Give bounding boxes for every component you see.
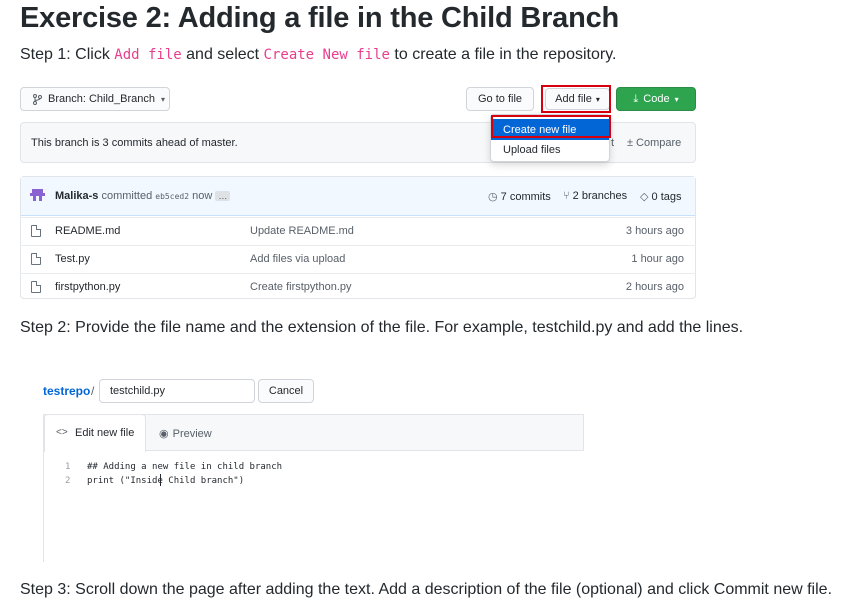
commits-link[interactable]: ◷ 7 commits bbox=[488, 190, 551, 203]
tab-preview[interactable]: ◉ Preview bbox=[159, 427, 212, 440]
file-time: 2 hours ago bbox=[625, 281, 684, 293]
step-1-suffix: to create a file in the repository. bbox=[389, 46, 617, 63]
highlight-add-file bbox=[541, 85, 611, 113]
ahead-partial-text: t bbox=[611, 137, 615, 149]
code-label: Code bbox=[643, 93, 670, 105]
download-icon: ⤓ bbox=[633, 92, 639, 105]
table-row: README.md Update README.md 3 hours ago bbox=[20, 217, 696, 245]
highlight-create-new-file bbox=[491, 115, 611, 138]
commit-sha[interactable]: eb5ced2 bbox=[155, 192, 189, 201]
file-icon bbox=[31, 225, 41, 237]
branches-count: 2 branches bbox=[572, 190, 628, 202]
branch-icon: ⑂ bbox=[563, 190, 570, 202]
menu-item-upload-files[interactable]: Upload files bbox=[491, 139, 609, 160]
ahead-of-master-text: This branch is 3 commits ahead of master… bbox=[31, 137, 238, 149]
commit-action: committed bbox=[101, 190, 153, 202]
text-cursor bbox=[160, 474, 161, 486]
code-icon: <> bbox=[56, 427, 68, 438]
tab-edit-label: Edit new file bbox=[75, 427, 135, 439]
commit-time: now bbox=[192, 190, 213, 202]
eye-icon: ◉ bbox=[159, 428, 169, 440]
file-name[interactable]: firstpython.py bbox=[55, 281, 120, 293]
tab-preview-label: Preview bbox=[172, 428, 212, 440]
file-name[interactable]: Test.py bbox=[55, 253, 90, 265]
compare-icon: ± bbox=[627, 137, 634, 149]
step-1-mid: and select bbox=[181, 46, 264, 63]
repo-link[interactable]: testrepo bbox=[43, 384, 90, 398]
file-commit-message[interactable]: Update README.md bbox=[250, 225, 354, 237]
commit-ellipsis-button[interactable]: … bbox=[215, 191, 231, 201]
file-time: 1 hour ago bbox=[631, 253, 684, 265]
compare-link[interactable]: ± Compare bbox=[627, 137, 681, 149]
editor-tabs: <> Edit new file ◉ Preview bbox=[43, 414, 584, 452]
step-3-text: Step 3: Scroll down the page after addin… bbox=[20, 581, 833, 598]
file-icon bbox=[31, 281, 41, 293]
commit-author[interactable]: Malika-s bbox=[55, 190, 98, 202]
branch-label: Branch: Child_Branch bbox=[48, 93, 156, 105]
file-commit-message[interactable]: Add files via upload bbox=[250, 253, 345, 265]
code-line: ## Adding a new file in child branch bbox=[87, 462, 283, 472]
step-2-text: Step 2: Provide the file name and the ex… bbox=[20, 319, 744, 336]
branch-selector[interactable]: Branch: Child_Branch ▾ bbox=[20, 87, 170, 111]
line-number: 1 bbox=[65, 462, 71, 472]
code-line: print ("Inside Child branch") bbox=[87, 476, 245, 486]
tab-edit-new-file[interactable]: <> Edit new file bbox=[44, 414, 146, 452]
branch-icon bbox=[33, 93, 42, 105]
step-1-code-create-file: Create New file bbox=[263, 47, 390, 63]
filename-input[interactable]: testchild.py bbox=[99, 379, 255, 403]
file-icon bbox=[31, 253, 41, 265]
path-separator: / bbox=[91, 384, 95, 398]
tag-icon: ◇ bbox=[640, 191, 649, 203]
compare-label: Compare bbox=[636, 137, 682, 149]
step-1-code-add-file: Add file bbox=[114, 47, 182, 63]
code-button[interactable]: ⤓ Code ▾ bbox=[616, 87, 696, 111]
avatar bbox=[30, 188, 45, 202]
step-1-prefix: Step 1: Click bbox=[20, 46, 115, 63]
file-time: 3 hours ago bbox=[625, 225, 684, 237]
chevron-down-icon: ▾ bbox=[161, 94, 166, 104]
tags-link[interactable]: ◇ 0 tags bbox=[640, 190, 682, 203]
commit-summary: Malika-s committed eb5ced2 now … bbox=[55, 190, 231, 202]
tags-count: 0 tags bbox=[651, 191, 682, 203]
line-number: 2 bbox=[65, 476, 71, 486]
chevron-down-icon: ▾ bbox=[674, 94, 679, 104]
code-editor[interactable]: 1 ## Adding a new file in child branch 2… bbox=[44, 452, 584, 562]
page-title: Exercise 2: Adding a file in the Child B… bbox=[20, 2, 620, 34]
file-name[interactable]: README.md bbox=[55, 225, 120, 237]
table-row: firstpython.py Create firstpython.py 2 h… bbox=[20, 273, 696, 301]
cancel-button[interactable]: Cancel bbox=[258, 379, 314, 403]
file-commit-message[interactable]: Create firstpython.py bbox=[250, 281, 352, 293]
commits-count: 7 commits bbox=[500, 191, 551, 203]
history-icon: ◷ bbox=[488, 191, 498, 203]
go-to-file-button[interactable]: Go to file bbox=[466, 87, 534, 111]
branches-link[interactable]: ⑂ 2 branches bbox=[563, 190, 627, 202]
table-row: Test.py Add files via upload 1 hour ago bbox=[20, 245, 696, 273]
step-1-text: Step 1: Click Add file and select Create… bbox=[20, 46, 616, 64]
